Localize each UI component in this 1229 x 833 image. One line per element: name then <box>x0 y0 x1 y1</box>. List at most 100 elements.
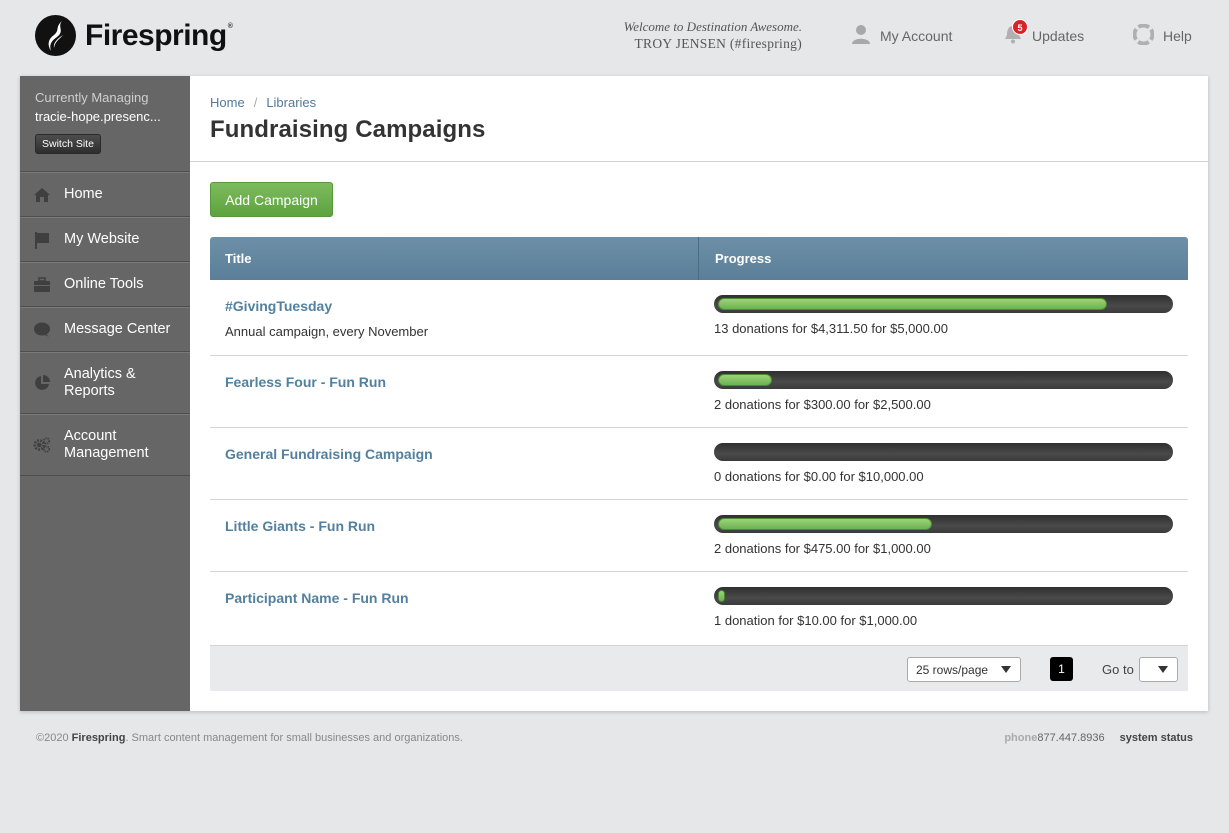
bell-icon: 5 <box>1003 19 1028 47</box>
title-cell: #GivingTuesday Annual campaign, every No… <box>210 280 699 355</box>
title-cell: Participant Name - Fun Run <box>210 572 699 645</box>
phone-number: 877.447.8936 <box>1037 732 1105 744</box>
title-cell: Little Giants - Fun Run <box>210 500 699 571</box>
updates-label: Updates <box>1032 27 1085 44</box>
goto-label: Go to <box>1102 662 1134 677</box>
add-campaign-button[interactable]: Add Campaign <box>210 182 333 217</box>
column-header-title[interactable]: Title <box>210 237 699 280</box>
progress-cell: 1 donation for $10.00 for $1,000.00 <box>699 572 1188 645</box>
breadcrumb-home[interactable]: Home <box>210 95 245 110</box>
sidebar-item-label: Home <box>64 186 103 202</box>
chat-bubble-icon <box>33 321 51 339</box>
my-account-link[interactable]: My Account <box>851 24 952 47</box>
toolbox-icon <box>33 276 51 294</box>
chevron-down-icon <box>1001 666 1011 673</box>
page-button-current[interactable]: 1 <box>1050 657 1073 681</box>
footer-tagline: . Smart content management for small bus… <box>125 732 463 744</box>
campaign-link[interactable]: Participant Name - Fun Run <box>225 590 409 606</box>
goto-page-select[interactable] <box>1139 657 1178 682</box>
my-account-label: My Account <box>880 27 953 44</box>
breadcrumb-separator: / <box>253 95 258 110</box>
progress-bar <box>714 587 1173 605</box>
breadcrumb-libraries[interactable]: Libraries <box>266 95 316 110</box>
sidebar-item-account-management[interactable]: Account Management <box>20 414 190 476</box>
page-header: Home / Libraries Fundraising Campaigns <box>190 76 1208 162</box>
progress-cell: 2 donations for $475.00 for $1,000.00 <box>699 500 1188 571</box>
campaign-description: Annual campaign, every November <box>225 324 429 339</box>
progress-caption: 2 donations for $475.00 for $1,000.00 <box>714 541 931 556</box>
firespring-flame-icon <box>35 15 76 56</box>
firespring-logo[interactable]: Firespring® <box>35 15 233 56</box>
progress-bar-fill <box>718 590 725 602</box>
table-row: #GivingTuesday Annual campaign, every No… <box>210 280 1188 356</box>
progress-cell: 0 donations for $0.00 for $10,000.00 <box>699 428 1188 499</box>
sidebar-item-my-website[interactable]: My Website <box>20 217 190 262</box>
campaign-link[interactable]: Little Giants - Fun Run <box>225 518 375 534</box>
sidebar-item-label: Online Tools <box>64 276 144 292</box>
table-row: Participant Name - Fun Run 1 donation fo… <box>210 572 1188 645</box>
sidebar-item-home[interactable]: Home <box>20 172 190 217</box>
campaign-link[interactable]: Fearless Four - Fun Run <box>225 374 386 390</box>
main-card: Currently Managing tracie-hope.presenc..… <box>20 76 1208 711</box>
sidebar-item-label: Analytics & Reports <box>64 366 136 399</box>
progress-bar-fill <box>718 518 933 530</box>
progress-caption: 0 donations for $0.00 for $10,000.00 <box>714 469 924 484</box>
progress-bar <box>714 515 1173 533</box>
help-label: Help <box>1163 28 1192 44</box>
current-site-panel: Currently Managing tracie-hope.presenc..… <box>20 76 190 172</box>
pagination-bar: 25 rows/page 1 Go to <box>210 645 1188 691</box>
rows-per-page-value: 25 rows/page <box>916 662 989 677</box>
table-row: Fearless Four - Fun Run 2 donations for … <box>210 356 1188 428</box>
title-cell: General Fundraising Campaign <box>210 428 699 499</box>
rows-per-page-select[interactable]: 25 rows/page <box>907 657 1021 682</box>
table-row: Little Giants - Fun Run 2 donations for … <box>210 500 1188 572</box>
copyright-year: ©2020 <box>36 732 72 744</box>
campaign-link[interactable]: General Fundraising Campaign <box>225 446 433 462</box>
phone-label: phone <box>1004 732 1038 744</box>
welcome-message: Welcome to Destination Awesome. TROY JEN… <box>600 19 802 52</box>
sidebar-item-label: Account Management <box>64 428 149 461</box>
sidebar-item-online-tools[interactable]: Online Tools <box>20 262 190 307</box>
updates-link[interactable]: 5 Updates <box>1003 19 1085 47</box>
chevron-down-icon <box>1158 666 1168 673</box>
brand-name: Firespring® <box>85 18 233 52</box>
flag-icon <box>33 231 51 249</box>
title-cell: Fearless Four - Fun Run <box>210 356 699 427</box>
progress-caption: 1 donation for $10.00 for $1,000.00 <box>714 613 918 628</box>
footer-copyright: ©2020 Firespring. Smart content manageme… <box>36 732 463 744</box>
breadcrumb: Home / Libraries <box>210 95 1188 110</box>
campaign-link[interactable]: #GivingTuesday <box>225 298 332 314</box>
current-site-name: tracie-hope.presenc... <box>35 109 161 124</box>
pie-chart-icon <box>33 374 51 392</box>
page-title: Fundraising Campaigns <box>210 116 486 143</box>
progress-bar-fill <box>718 298 1107 310</box>
currently-managing-label: Currently Managing <box>35 90 149 105</box>
user-name: TROY JENSEN (#firespring) <box>634 36 802 51</box>
progress-cell: 2 donations for $300.00 for $2,500.00 <box>699 356 1188 427</box>
footer-contact: phone 877.447.8936 system status <box>1004 732 1193 744</box>
gears-icon <box>33 436 51 454</box>
progress-caption: 13 donations for $4,311.50 for $5,000.00 <box>714 321 948 336</box>
home-icon <box>33 186 51 204</box>
progress-bar-fill <box>718 374 773 386</box>
sidebar-item-message-center[interactable]: Message Center <box>20 307 190 352</box>
user-icon <box>851 24 871 47</box>
table-header: Title Progress <box>210 237 1188 280</box>
top-header: Firespring® Welcome to Destination Aweso… <box>0 0 1229 76</box>
sidebar-item-analytics-reports[interactable]: Analytics & Reports <box>20 352 190 414</box>
updates-count-badge: 5 <box>1012 19 1028 35</box>
switch-site-button[interactable]: Switch Site <box>35 134 101 154</box>
progress-bar <box>714 295 1173 313</box>
sidebar-item-label: Message Center <box>64 321 171 337</box>
welcome-line: Welcome to Destination Awesome. <box>623 19 802 34</box>
column-header-progress[interactable]: Progress <box>699 237 1188 280</box>
sidebar-item-label: My Website <box>64 231 140 247</box>
progress-cell: 13 donations for $4,311.50 for $5,000.00 <box>699 280 1188 355</box>
help-link[interactable]: Help <box>1132 23 1192 48</box>
system-status-link[interactable]: system status <box>1120 732 1193 744</box>
progress-bar <box>714 371 1173 389</box>
campaigns-table: Title Progress #GivingTuesday Annual cam… <box>210 237 1188 691</box>
table-row: General Fundraising Campaign 0 donations… <box>210 428 1188 500</box>
progress-bar <box>714 443 1173 461</box>
lifebuoy-icon <box>1132 23 1155 48</box>
